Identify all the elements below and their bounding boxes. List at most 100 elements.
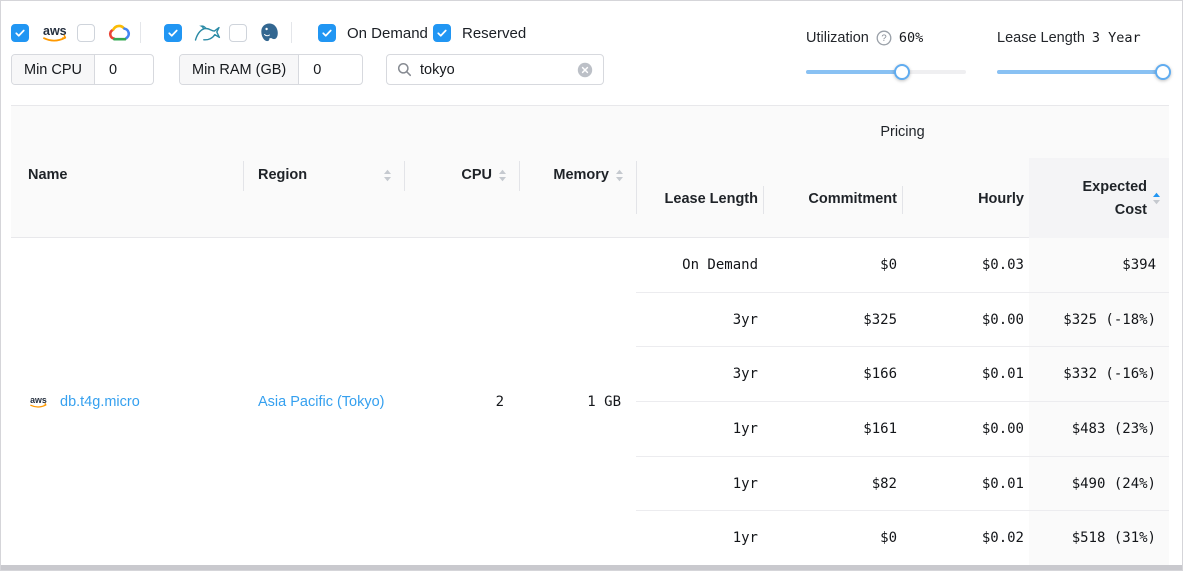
instance-name-cell: aws db.t4g.micro	[11, 394, 243, 410]
header-separator	[636, 186, 637, 214]
column-header-name: Name	[11, 167, 243, 183]
aws-checkbox[interactable]	[11, 24, 29, 42]
header-separator	[404, 161, 405, 191]
instances-table: Pricing Name Region CPU	[11, 105, 1169, 566]
table-row: aws db.t4g.micro Asia Pacific (Tokyo) 2 …	[11, 238, 636, 565]
lease-length-value: 1yr	[636, 530, 773, 546]
pricing-row: 3yr $166 $0.01 $332 (-16%)	[636, 346, 1169, 401]
postgresql-checkbox[interactable]	[229, 24, 247, 42]
reserved-label: Reserved	[462, 25, 526, 42]
utilization-slider-thumb[interactable]	[894, 64, 910, 80]
check-icon	[14, 27, 26, 39]
reserved-checkbox[interactable]	[433, 24, 451, 42]
instance-region-cell: Asia Pacific (Tokyo)	[243, 393, 404, 411]
column-header-cpu[interactable]: CPU	[404, 167, 519, 183]
lease-length-value: 3yr	[636, 366, 773, 382]
min-ram-label: Min RAM (GB)	[180, 55, 299, 84]
lease-length-value: 1yr	[636, 476, 773, 492]
column-header-memory[interactable]: Memory	[519, 167, 636, 183]
svg-text:aws: aws	[43, 24, 67, 38]
gcp-logo-icon	[106, 24, 131, 43]
commitment-value: $0	[773, 530, 912, 546]
expected-cost-value: $483 (23%)	[1039, 421, 1169, 437]
header-separator	[243, 161, 244, 191]
check-icon	[321, 27, 333, 39]
min-cpu-input[interactable]: 0	[95, 55, 131, 84]
expected-cost-value: $325 (-18%)	[1039, 312, 1169, 328]
clear-icon[interactable]	[577, 62, 593, 78]
search-icon	[397, 62, 412, 77]
hourly-value: $0.01	[912, 476, 1039, 492]
lease-length-slider-thumb[interactable]	[1155, 64, 1171, 80]
check-icon	[167, 27, 179, 39]
expected-cost-value: $518 (31%)	[1039, 530, 1169, 546]
toolbar-divider	[140, 22, 141, 43]
mysql-logo-icon	[193, 23, 222, 44]
svg-text:?: ?	[881, 33, 886, 44]
gcp-checkbox[interactable]	[77, 24, 95, 42]
hourly-value: $0.00	[912, 421, 1039, 437]
min-ram-input[interactable]: 0	[299, 55, 335, 84]
provider-filter-aws[interactable]: aws	[11, 22, 74, 44]
lease-length-value: 3yr	[636, 312, 773, 328]
lease-length-control: Lease Length 3 Year	[997, 28, 1169, 74]
pricing-row: 1yr $82 $0.01 $490 (24%)	[636, 456, 1169, 511]
lease-length-slider[interactable]	[997, 70, 1169, 74]
header-separator	[902, 186, 903, 214]
aws-logo-icon: aws	[28, 394, 52, 410]
help-icon[interactable]: ?	[876, 30, 892, 46]
check-icon	[436, 27, 448, 39]
aws-logo-icon: aws	[40, 23, 74, 44]
header-separator	[763, 186, 764, 214]
sort-icon[interactable]	[383, 169, 392, 182]
window-bottom-edge	[1, 565, 1182, 570]
instance-name-link[interactable]: db.t4g.micro	[60, 394, 140, 410]
min-ram-filter: Min RAM (GB) 0	[179, 54, 363, 85]
sort-icon[interactable]	[498, 169, 507, 182]
column-header-hourly: Hourly	[912, 191, 1039, 207]
mysql-checkbox[interactable]	[164, 24, 182, 42]
hourly-value: $0.03	[912, 257, 1039, 273]
commitment-value: $82	[773, 476, 912, 492]
sort-icon[interactable]	[615, 169, 624, 182]
on-demand-label: On Demand	[347, 25, 428, 42]
on-demand-checkbox[interactable]	[318, 24, 336, 42]
pricing-row: 1yr $161 $0.00 $483 (23%)	[636, 401, 1169, 456]
pricing-model-on-demand[interactable]: On Demand	[318, 22, 428, 44]
column-header-expected-cost[interactable]: Expected Cost	[1039, 176, 1169, 221]
expected-cost-value: $490 (24%)	[1039, 476, 1169, 492]
lease-length-label: Lease Length	[997, 30, 1085, 46]
svg-text:aws: aws	[30, 395, 47, 405]
lease-length-value: On Demand	[636, 257, 773, 273]
header-separator	[519, 161, 520, 191]
commitment-value: $161	[773, 421, 912, 437]
instance-cpu-cell: 2	[404, 394, 519, 410]
column-header-lease-length: Lease Length	[636, 191, 773, 207]
column-header-commitment: Commitment	[773, 191, 912, 207]
utilization-label: Utilization	[806, 30, 869, 46]
app-window: aws	[0, 0, 1183, 571]
expected-cost-value: $394	[1039, 257, 1169, 273]
table-header: Pricing Name Region CPU	[11, 105, 1169, 238]
utilization-slider[interactable]	[806, 70, 966, 74]
lease-length-value: 1yr	[636, 421, 773, 437]
lease-length-value: 3 Year	[1092, 30, 1141, 46]
commitment-value: $0	[773, 257, 912, 273]
pricing-row: 3yr $325 $0.00 $325 (-18%)	[636, 292, 1169, 347]
engine-filter-mysql[interactable]	[164, 22, 222, 44]
commitment-value: $166	[773, 366, 912, 382]
instance-memory-cell: 1 GB	[519, 394, 636, 410]
expected-cost-value: $332 (-16%)	[1039, 366, 1169, 382]
hourly-value: $0.02	[912, 530, 1039, 546]
sort-asc-active-icon[interactable]	[1152, 192, 1161, 205]
column-header-region[interactable]: Region	[243, 167, 404, 183]
commitment-value: $325	[773, 312, 912, 328]
instance-region-link[interactable]: Asia Pacific (Tokyo)	[258, 394, 385, 410]
pricing-row: On Demand $0 $0.03 $394	[636, 238, 1169, 292]
toolbar-divider	[291, 22, 292, 43]
provider-filter-gcp[interactable]	[77, 22, 131, 44]
search-box[interactable]: tokyo	[386, 54, 604, 85]
search-input[interactable]: tokyo	[420, 62, 569, 78]
pricing-model-reserved[interactable]: Reserved	[433, 22, 526, 44]
engine-filter-postgresql[interactable]	[229, 22, 281, 44]
